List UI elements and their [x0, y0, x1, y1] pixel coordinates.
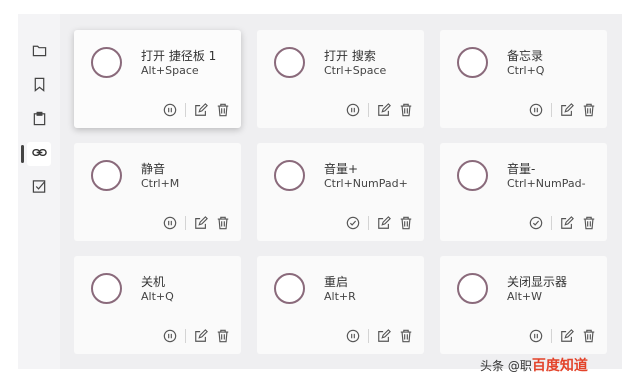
shortcut-title: 重启 [324, 275, 349, 289]
trash-icon[interactable] [398, 328, 414, 344]
pause-icon[interactable] [162, 102, 178, 118]
shortcut-card[interactable]: 音量- Ctrl+NumPad- [440, 143, 607, 241]
trash-icon[interactable] [398, 102, 414, 118]
edit-icon[interactable] [376, 102, 392, 118]
shortcut-icon-slot[interactable] [91, 160, 122, 191]
shortcut-card[interactable]: 关闭显示器 Alt+W [440, 256, 607, 354]
shortcut-title: 静音 [141, 162, 166, 176]
pause-icon[interactable] [162, 215, 178, 231]
link-icon [31, 145, 47, 164]
pause-icon[interactable] [528, 328, 544, 344]
trash-icon[interactable] [215, 215, 231, 231]
edit-icon[interactable] [193, 215, 209, 231]
shortcut-card[interactable]: 重启 Alt+R [257, 256, 424, 354]
shortcut-card[interactable]: 打开 搜索 Ctrl+Space [257, 30, 424, 128]
pause-icon[interactable] [345, 328, 361, 344]
trash-icon[interactable] [215, 328, 231, 344]
shortcut-title: 音量+ [324, 162, 359, 176]
watermark: 头条 @职百度知道 [480, 355, 588, 375]
sidebar-item-link[interactable] [21, 142, 51, 166]
edit-icon[interactable] [559, 102, 575, 118]
shortcut-card[interactable]: 音量+ Ctrl+NumPad+ [257, 143, 424, 241]
edit-icon[interactable] [193, 328, 209, 344]
sidebar-item-folder[interactable] [27, 40, 51, 64]
pause-icon[interactable] [528, 102, 544, 118]
shortcut-hotkey: Ctrl+M [141, 177, 180, 190]
shortcut-icon-slot[interactable] [274, 47, 305, 78]
shortcut-icon-slot[interactable] [274, 160, 305, 191]
checkbox-icon [32, 179, 47, 198]
shortcut-card[interactable]: 备忘录 Ctrl+Q [440, 30, 607, 128]
watermark-brand: 百度知道 [531, 358, 588, 374]
shortcut-title: 关机 [141, 275, 166, 289]
check-circle-icon[interactable] [345, 215, 361, 231]
edit-icon[interactable] [193, 102, 209, 118]
shortcut-hotkey: Ctrl+NumPad- [507, 177, 586, 190]
edit-icon[interactable] [559, 215, 575, 231]
sidebar-item-bookmark[interactable] [27, 74, 51, 98]
sidebar [18, 14, 60, 369]
shortcut-icon-slot[interactable] [274, 273, 305, 304]
clipboard-icon [32, 111, 47, 130]
shortcut-title: 关闭显示器 [507, 275, 568, 289]
trash-icon[interactable] [215, 102, 231, 118]
shortcut-title: 备忘录 [507, 49, 544, 63]
shortcut-card[interactable]: 静音 Ctrl+M [74, 143, 241, 241]
shortcut-icon-slot[interactable] [457, 47, 488, 78]
bookmark-icon [32, 77, 47, 96]
shortcut-title: 打开 捷径板 1 [141, 49, 217, 63]
pause-icon[interactable] [345, 102, 361, 118]
edit-icon[interactable] [559, 328, 575, 344]
shortcut-card[interactable]: 关机 Alt+Q [74, 256, 241, 354]
sidebar-item-clipboard[interactable] [27, 108, 51, 132]
app-window: ▪▪▪ [18, 14, 622, 369]
shortcut-hotkey: Ctrl+Space [324, 64, 387, 77]
pause-icon[interactable] [162, 328, 178, 344]
watermark-prefix: 头条 @职 [480, 359, 532, 373]
shortcut-icon-slot[interactable] [457, 273, 488, 304]
shortcut-card[interactable]: 打开 捷径板 1 Alt+Space [74, 30, 241, 128]
shortcut-hotkey: Alt+Q [141, 290, 174, 303]
shortcut-hotkey: Ctrl+Q [507, 64, 545, 77]
folder-icon [32, 43, 47, 62]
shortcut-hotkey: Alt+W [507, 290, 542, 303]
shortcut-title: 音量- [507, 162, 536, 176]
trash-icon[interactable] [581, 215, 597, 231]
check-circle-icon[interactable] [528, 215, 544, 231]
trash-icon[interactable] [581, 102, 597, 118]
shortcut-icon-slot[interactable] [91, 273, 122, 304]
trash-icon[interactable] [398, 215, 414, 231]
shortcut-icon-slot[interactable] [457, 160, 488, 191]
edit-icon[interactable] [376, 215, 392, 231]
shortcut-hotkey: Alt+R [324, 290, 356, 303]
shortcut-hotkey: Alt+Space [141, 64, 199, 77]
shortcut-title: 打开 搜索 [324, 49, 376, 63]
shortcut-hotkey: Ctrl+NumPad+ [324, 177, 408, 190]
trash-icon[interactable] [581, 328, 597, 344]
sidebar-item-checklist[interactable] [27, 176, 51, 200]
edit-icon[interactable] [376, 328, 392, 344]
shortcut-icon-slot[interactable] [91, 47, 122, 78]
